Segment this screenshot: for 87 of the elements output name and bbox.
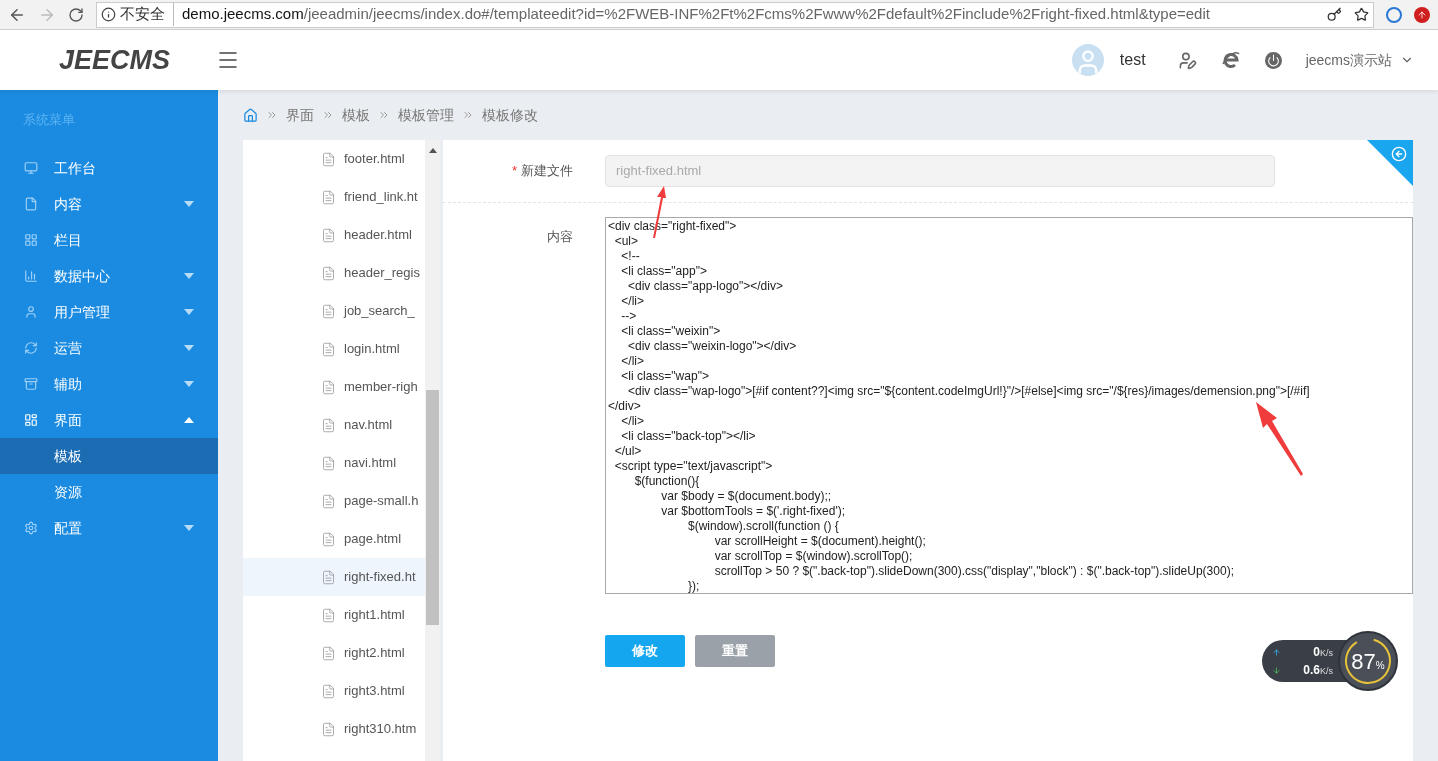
file-icon	[321, 683, 336, 699]
security-label: 不安全	[120, 3, 174, 26]
file-item[interactable]: page-small.h	[243, 482, 425, 520]
file-item[interactable]: header.html	[243, 216, 425, 254]
file-item[interactable]: navi.html	[243, 444, 425, 482]
upload-extension-icon[interactable]	[1414, 6, 1430, 23]
sidebar-item[interactable]: 工作台	[0, 150, 218, 186]
file-icon	[321, 341, 336, 357]
file-icon	[321, 607, 336, 623]
file-item[interactable]: right2.html	[243, 634, 425, 672]
menu-item-icon	[24, 161, 38, 175]
sidebar-item[interactable]: 数据中心	[0, 258, 218, 294]
sidebar-item[interactable]: 辅助	[0, 366, 218, 402]
power-icon[interactable]	[1264, 51, 1282, 69]
file-item[interactable]: friend_link.ht	[243, 178, 425, 216]
breadcrumb-item[interactable]: 模板修改	[482, 104, 538, 126]
file-item[interactable]: footer.html	[243, 140, 425, 178]
logo: JEECMS	[57, 43, 170, 77]
menu-item-icon	[24, 233, 38, 247]
sidebar-item[interactable]: 栏目	[0, 222, 218, 258]
file-item[interactable]: right3.html	[243, 672, 425, 710]
breadcrumb-item[interactable]: 模板管理	[398, 104, 454, 126]
file-item[interactable]: right310.htm	[243, 710, 425, 748]
file-icon	[321, 265, 336, 281]
file-icon	[321, 417, 336, 433]
sidebar-item[interactable]: 界面	[0, 402, 218, 438]
file-item[interactable]: login.html	[243, 330, 425, 368]
file-icon	[321, 721, 336, 737]
file-icon	[321, 303, 336, 319]
file-icon	[321, 151, 336, 167]
field-label: 内容	[546, 228, 573, 246]
file-icon	[321, 227, 336, 243]
file-icon	[321, 645, 336, 661]
file-icon	[321, 569, 336, 585]
address-bar[interactable]: 不安全 demo.jeecms.com/jeeadmin/jeecms/index.do#/templateedit?id=%2FWEB-INF%2Ft%2Fcms%2Fwww%2Fdefault%2Finclude%2Fright-fixed.html&type=edit	[96, 1, 1374, 28]
upload-speed: 0K/s	[1313, 644, 1333, 661]
file-icon	[321, 455, 336, 471]
scrollbar[interactable]	[425, 140, 440, 761]
sidebar-title: 系统菜单	[22, 111, 76, 130]
file-item[interactable]: right1.html	[243, 596, 425, 634]
back-icon[interactable]	[1391, 146, 1407, 162]
sidebar-item[interactable]: 运营	[0, 330, 218, 366]
download-speed: 0.6K/s	[1303, 662, 1333, 679]
user-edit-icon[interactable]	[1177, 50, 1197, 70]
bookmark-star-icon[interactable]	[1354, 7, 1369, 22]
sidebar-subitem[interactable]: 模板	[0, 438, 218, 474]
menu-item-icon	[24, 377, 38, 391]
upload-icon	[1272, 647, 1281, 657]
breadcrumb-separator-icon	[378, 109, 390, 121]
home-icon[interactable]	[243, 107, 258, 123]
reload-icon[interactable]	[68, 6, 84, 23]
menu-item-icon	[24, 521, 38, 535]
browser-e-icon[interactable]	[1220, 50, 1241, 70]
field-label: * 新建文件	[510, 162, 573, 181]
menu-item-icon	[24, 269, 38, 283]
sidebar-subitem[interactable]: 资源	[0, 474, 218, 510]
menu-item-icon	[24, 413, 38, 427]
file-icon	[321, 379, 336, 395]
extension-icon[interactable]	[1386, 6, 1402, 23]
key-icon[interactable]	[1327, 7, 1342, 22]
site-dropdown[interactable]: jeecms演示站	[1305, 49, 1414, 71]
url-text: demo.jeecms.com/jeeadmin/jeecms/index.do#/templateedit?id=%2FWEB-INF%2Ft%2Fcms%2Fwww%2Fdefault%2Finclude%2Fright-fixed.html&type=edit	[181, 4, 1210, 25]
file-icon	[321, 189, 336, 205]
sidebar-item[interactable]: 内容	[0, 186, 218, 222]
menu-item-icon	[24, 341, 38, 355]
username[interactable]: test	[1119, 48, 1146, 72]
file-item[interactable]: job_search_	[243, 292, 425, 330]
menu-item-icon	[24, 305, 38, 319]
memory-percent: 87%	[1351, 647, 1385, 676]
sidebar-item[interactable]: 用户管理	[0, 294, 218, 330]
info-icon	[101, 7, 116, 22]
file-icon	[321, 493, 336, 509]
file-item[interactable]: right-fixed.ht	[243, 558, 425, 596]
file-item[interactable]: nav.html	[243, 406, 425, 444]
breadcrumb-item[interactable]: 界面	[286, 104, 314, 126]
file-item[interactable]: header_regis	[243, 254, 425, 292]
breadcrumb-separator-icon	[322, 109, 334, 121]
file-icon	[321, 531, 336, 547]
file-item[interactable]: member-righ	[243, 368, 425, 406]
corner-back-badge[interactable]	[1367, 140, 1413, 186]
breadcrumb-item[interactable]: 模板	[342, 104, 370, 126]
download-icon	[1272, 665, 1281, 675]
file-item[interactable]: page.html	[243, 520, 425, 558]
breadcrumb-separator-icon	[266, 109, 278, 121]
breadcrumb-separator-icon	[462, 109, 474, 121]
menu-item-icon	[24, 197, 38, 211]
sidebar-item[interactable]: 配置	[0, 510, 218, 546]
